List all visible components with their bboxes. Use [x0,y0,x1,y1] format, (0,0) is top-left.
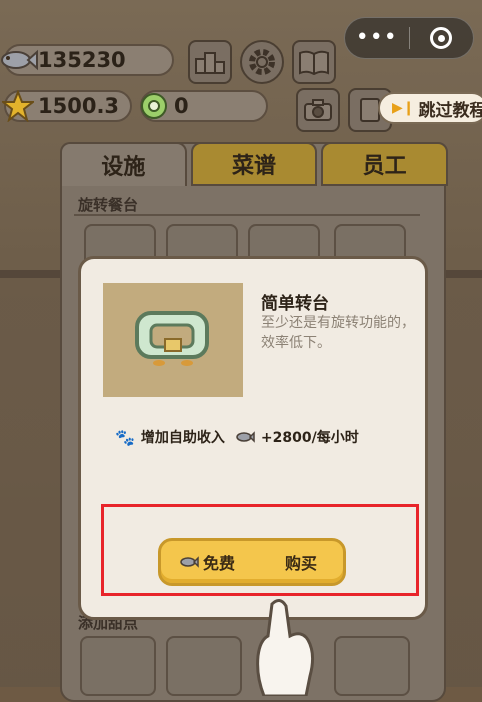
tutorial-pointer-hand-icon [250,596,324,696]
close-miniprogram-button[interactable] [410,27,474,49]
free-price: 免费 [179,550,235,574]
ranking-icon[interactable] [188,40,232,84]
section-divider [74,214,420,216]
tab-facilities[interactable]: 设施 [60,142,187,186]
coin-currency: 0 [140,90,268,122]
settings-gear-icon[interactable] [240,40,284,84]
star-count: 1500.3 [38,94,119,118]
dessert-slot[interactable] [166,636,242,696]
fish-currency: 135230 [4,44,174,76]
free-label: 免费 [203,550,235,574]
fish-icon [179,555,199,569]
recipe-book-icon[interactable] [292,40,336,84]
coin-count: 0 [174,94,189,118]
more-menu-button[interactable]: ••• [345,33,409,43]
star-icon [0,88,38,124]
fish-icon [235,430,255,444]
dessert-slot[interactable] [334,636,410,696]
skip-play-icon: ▶❙ [392,100,415,116]
fish-count: 135230 [38,48,126,72]
tab-staff[interactable]: 员工 [321,142,448,186]
shop-tabs: 设施 菜谱 员工 [60,142,448,186]
fish-icon [0,42,38,78]
skip-tutorial-button[interactable]: ▶❙ 跳过教程 [378,92,482,124]
skip-tutorial-label: 跳过教程 [419,96,482,121]
effect-row: 🐾 增加自助收入 +2800/每小时 [115,427,359,447]
more-dots-icon: ••• [356,33,398,43]
effect-label: 增加自助收入 [141,427,225,447]
section-title: 旋转餐台 [78,194,138,215]
effect-value: +2800/每小时 [261,427,359,447]
tab-recipes[interactable]: 菜谱 [191,142,318,186]
item-name: 简单转台 [261,289,329,314]
close-circle-icon [430,27,452,49]
camera-icon[interactable] [296,88,340,132]
dessert-slot[interactable] [80,636,156,696]
paw-icon: 🐾 [115,428,135,447]
item-thumbnail [103,283,243,397]
star-currency: 1500.3 [4,90,132,122]
miniprogram-capsule: ••• [344,17,474,59]
buy-button[interactable]: 免费 购买 [158,538,346,586]
coin-icon [134,88,174,124]
buy-label: 购买 [285,550,317,574]
item-description: 至少还是有旋转功能的，效率低下。 [261,313,419,353]
